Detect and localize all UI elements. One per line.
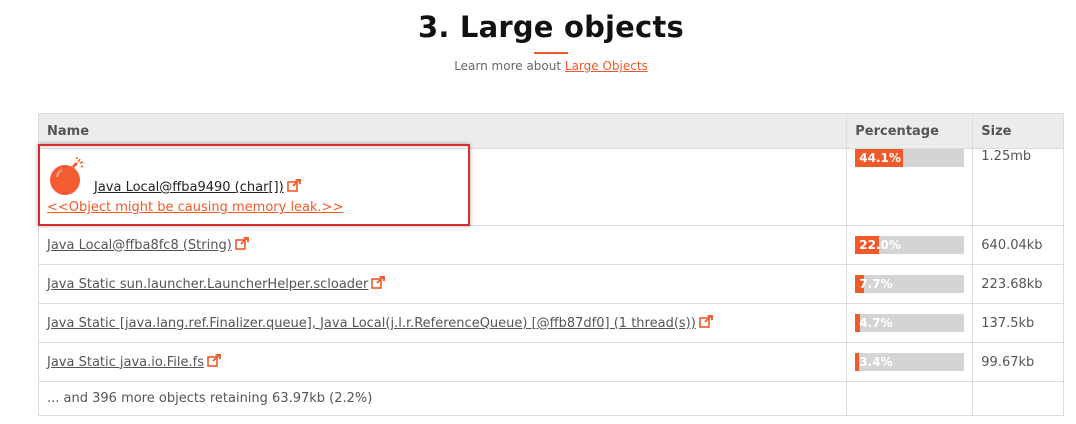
percentage-bar: 22.0% [855,236,965,254]
size-cell: 99.67kb [972,342,1064,382]
percentage-label: 7.7% [859,277,893,291]
percentage-label: 4.7% [859,316,893,330]
table-header-row: Name Percentage Size [37,113,1064,149]
object-link[interactable]: Java Local@ffba9490 (char[]) [94,180,284,195]
memory-leak-warning-link[interactable]: <<Object might be causing memory leak.>> [47,200,343,215]
object-link[interactable]: Java Local@ffba8fc8 (String) [47,238,232,253]
column-header-name: Name [37,113,848,149]
name-cell: Java Static sun.launcher.LauncherHelper.… [37,264,848,304]
table-row: Java Local@ffba9490 (char[]) <<Object mi… [37,148,1064,226]
external-link-icon[interactable] [286,178,301,196]
name-cell: Java Local@ffba9490 (char[]) <<Object mi… [37,148,848,226]
percentage-label: 44.1% [859,151,901,165]
empty-cell [846,381,974,416]
table-row: Java Static [java.lang.ref.Finalizer.que… [37,303,1064,343]
large-objects-link[interactable]: Large Objects [565,59,648,73]
percentage-bar: 44.1% [855,149,965,167]
percentage-bar: 3.4% [855,353,965,371]
object-link[interactable]: Java Static java.io.File.fs [47,355,204,370]
size-cell: 223.68kb [972,264,1064,304]
percentage-bar: 7.7% [855,275,965,293]
name-cell: Java Local@ffba8fc8 (String) [37,225,848,265]
section-subtitle: Learn more about Large Objects [0,59,1076,73]
title-underline [534,52,568,54]
name-cell: Java Static [java.lang.ref.Finalizer.que… [37,303,848,343]
large-objects-table: Name Percentage Size Java Local@ffba9490… [37,113,1064,416]
percentage-bar: 4.7% [855,314,965,332]
table-row: Java Static sun.launcher.LauncherHelper.… [37,264,1064,304]
external-link-icon[interactable] [699,314,713,332]
object-link[interactable]: Java Static [java.lang.ref.Finalizer.que… [47,316,696,331]
percentage-cell: 44.1% [846,148,974,226]
empty-cell [972,381,1064,416]
table-row: Java Local@ffba8fc8 (String) 22.0% 640.0… [37,225,1064,265]
table-row-more: ... and 396 more objects retaining 63.97… [37,381,1064,416]
table-row: Java Static java.io.File.fs 3.4% 99.67kb [37,342,1064,382]
percentage-cell: 4.7% [846,303,974,343]
percentage-cell: 3.4% [846,342,974,382]
object-link[interactable]: Java Static sun.launcher.LauncherHelper.… [47,277,368,292]
percentage-label: 22.0% [859,238,901,252]
external-link-icon[interactable] [371,275,386,293]
percentage-cell: 22.0% [846,225,974,265]
percentage-label: 3.4% [859,355,893,369]
subtitle-prefix: Learn more about [454,59,562,73]
external-link-icon[interactable] [235,236,249,254]
size-cell: 1.25mb [972,148,1064,226]
more-objects-text: ... and 396 more objects retaining 63.97… [37,381,848,416]
section-title: 3. Large objects [418,10,684,44]
name-cell: Java Static java.io.File.fs [37,342,848,382]
size-cell: 640.04kb [972,225,1064,265]
column-header-percentage: Percentage [846,113,974,149]
size-cell: 137.5kb [972,303,1064,343]
column-header-size: Size [972,113,1064,149]
external-link-icon[interactable] [207,353,221,371]
bomb-icon [50,157,84,195]
percentage-cell: 7.7% [846,264,974,304]
